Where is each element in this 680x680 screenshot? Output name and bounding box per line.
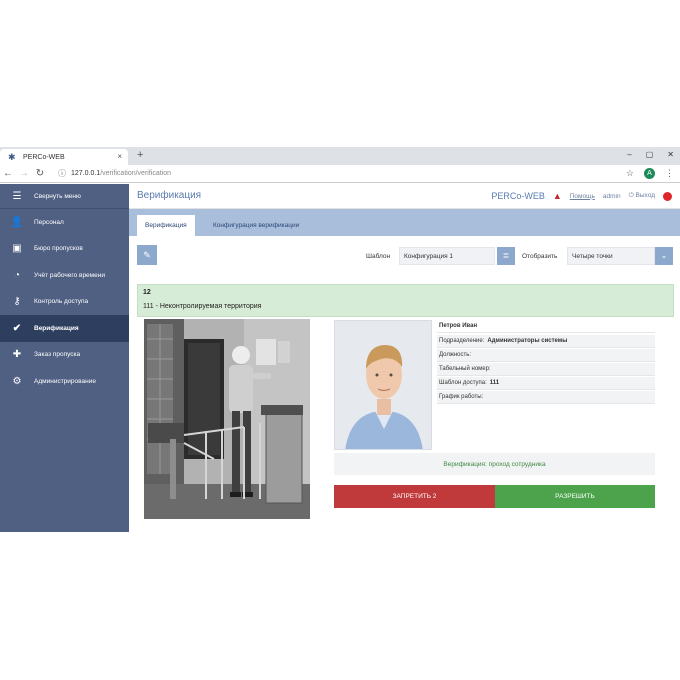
person-icon: 👤: [10, 216, 24, 228]
warning-icon[interactable]: ▲: [553, 191, 562, 201]
new-tab-button[interactable]: +: [137, 149, 143, 161]
verification-status: Верификация: проход сотрудника: [334, 453, 655, 475]
perco-logo-icon: ✱: [8, 151, 16, 162]
gear-icon: ⚙: [12, 375, 22, 387]
camera-snapshot: [144, 319, 310, 519]
header-actions: PERCo-WEB ▲ Помощь admin ⏻ Выход: [491, 191, 672, 201]
event-number: 12: [143, 289, 151, 296]
profile-avatar[interactable]: A: [644, 168, 655, 179]
verification-panel: Петров Иван Подразделение: Администраторы…: [137, 318, 674, 532]
sidebar-item-label: Бюро пропусков: [34, 245, 83, 253]
tab-verification[interactable]: Верификация: [137, 215, 195, 236]
deny-button[interactable]: ЗАПРЕТИТЬ 2: [334, 485, 495, 508]
edit-button[interactable]: ✎: [137, 245, 157, 265]
key-icon: ⚷: [13, 296, 21, 308]
browser-menu-icon[interactable]: ⋮: [665, 168, 674, 179]
sidebar-item-personnel[interactable]: 👤 Персонал: [0, 209, 129, 236]
bookmark-star-icon[interactable]: ☆: [626, 168, 634, 179]
sidebar-item-administration[interactable]: ⚙ Администрирование: [0, 368, 129, 395]
template-label: Шаблон: [366, 253, 391, 260]
clock-person-icon: ◔: [13, 269, 21, 281]
sidebar-item-pass-bureau[interactable]: ▣ Бюро пропусков: [0, 236, 129, 263]
address-bar-actions: ☆ A ⋮: [626, 168, 674, 179]
window-controls: – ▢ ✕: [627, 150, 674, 159]
brand-name: PERCo-WEB: [491, 191, 545, 201]
sidebar-item-label: Свернуть меню: [34, 192, 81, 200]
browser-tab-title: PERCo-WEB: [23, 153, 65, 161]
employee-personnel-number-row: Табельный номер:: [437, 363, 655, 376]
employee-position-row: Должность:: [437, 349, 655, 362]
sidebar-item-verification[interactable]: ✔ Верификация: [0, 315, 129, 342]
close-window-icon[interactable]: ✕: [667, 150, 674, 159]
employee-name: Петров Иван: [437, 320, 655, 333]
sidebar-item-access-control[interactable]: ⚷ Контроль доступа: [0, 289, 129, 316]
employee-photo: [334, 320, 432, 450]
sidebar-item-label: Верификация: [34, 324, 79, 332]
access-template-value: 111: [489, 380, 500, 386]
restore-icon[interactable]: ▢: [646, 150, 654, 159]
sidebar-item-label: Заказ пропуска: [34, 351, 81, 359]
sidebar-item-label: Персонал: [34, 218, 64, 226]
page-title: Верификация: [137, 190, 202, 201]
list-icon: ≣: [502, 251, 510, 260]
close-tab-icon[interactable]: ×: [117, 152, 122, 161]
power-icon: ⏻: [628, 192, 634, 199]
sidebar-item-collapse-menu[interactable]: ☰ Свернуть меню: [0, 184, 129, 209]
sidebar: ☰ Свернуть меню 👤 Персонал ▣ Бюро пропус…: [0, 184, 129, 532]
id-card-icon: ▣: [12, 243, 22, 255]
tab-verification-config[interactable]: Конфигурация верификации: [205, 215, 307, 236]
display-dropdown-button[interactable]: ⌄: [655, 247, 673, 265]
info-icon[interactable]: ⓘ: [58, 168, 66, 179]
employee-department-row: Подразделение: Администраторы системы: [437, 335, 655, 348]
toolbar: ✎ Шаблон Конфигурация 1 ≣ Отобразить Чет…: [129, 236, 680, 280]
browser-tab-strip: ✱ PERCo-WEB × + – ▢ ✕: [0, 147, 680, 165]
display-select[interactable]: Четыре точки: [567, 247, 655, 265]
template-select[interactable]: Конфигурация 1: [399, 247, 495, 265]
sidebar-item-pass-order[interactable]: ✚ Заказ пропуска: [0, 342, 129, 369]
app-screenshot: ✱ PERCo-WEB × + – ▢ ✕ ← → ↻ ⓘ 127.0.0.1/…: [0, 147, 680, 532]
personnel-number-label: Табельный номер:: [439, 366, 491, 372]
back-icon[interactable]: ←: [0, 168, 16, 179]
event-zone: 111 - Неконтролируемая территория: [143, 303, 262, 310]
menu-icon: ☰: [12, 190, 22, 202]
sidebar-item-label: Контроль доступа: [34, 298, 89, 306]
recording-indicator-icon[interactable]: [663, 191, 672, 201]
logout-label: Выход: [635, 192, 655, 199]
employee-schedule-row: График работы:: [437, 391, 655, 404]
browser-tab[interactable]: ✱ PERCo-WEB ×: [0, 149, 128, 165]
sidebar-item-label: Администрирование: [34, 377, 96, 385]
help-link[interactable]: Помощь: [570, 193, 595, 200]
url-field[interactable]: ⓘ 127.0.0.1/verification/verification: [58, 168, 171, 179]
order-pass-icon: ✚: [12, 349, 22, 361]
tabs-bar: Верификация Конфигурация верификации: [129, 209, 680, 236]
url-host: 127.0.0.1: [71, 170, 101, 177]
sidebar-item-time-tracking[interactable]: ◔ Учёт рабочего времени: [0, 262, 129, 289]
logout-link[interactable]: ⏻ Выход: [629, 192, 655, 200]
chevron-down-icon: ⌄: [660, 251, 668, 260]
minimize-icon[interactable]: –: [627, 150, 631, 159]
page-header: Верификация PERCo-WEB ▲ Помощь admin ⏻ В…: [129, 184, 680, 209]
address-bar: ← → ↻ ⓘ 127.0.0.1/verification/verificat…: [0, 165, 680, 183]
employee-access-template-row: Шаблон доступа: 111: [437, 377, 655, 390]
url-path: /verification/verification: [100, 170, 172, 177]
template-list-button[interactable]: ≣: [497, 247, 515, 265]
edit-icon: ✎: [143, 250, 151, 260]
department-value: Администраторы системы: [487, 338, 568, 344]
allow-button[interactable]: РАЗРЕШИТЬ: [495, 485, 655, 508]
user-name[interactable]: admin: [603, 193, 621, 200]
event-header: 12 111 - Неконтролируемая территория: [137, 284, 674, 317]
department-label: Подразделение:: [439, 338, 485, 344]
access-template-label: Шаблон доступа:: [439, 380, 487, 386]
reload-icon[interactable]: ↻: [32, 168, 48, 179]
sidebar-item-label: Учёт рабочего времени: [34, 271, 105, 279]
verify-person-icon: ✔: [12, 322, 22, 334]
position-label: Должность:: [439, 352, 472, 358]
forward-icon[interactable]: →: [16, 168, 32, 179]
display-label: Отобразить: [522, 253, 558, 260]
schedule-label: График работы:: [439, 394, 484, 400]
